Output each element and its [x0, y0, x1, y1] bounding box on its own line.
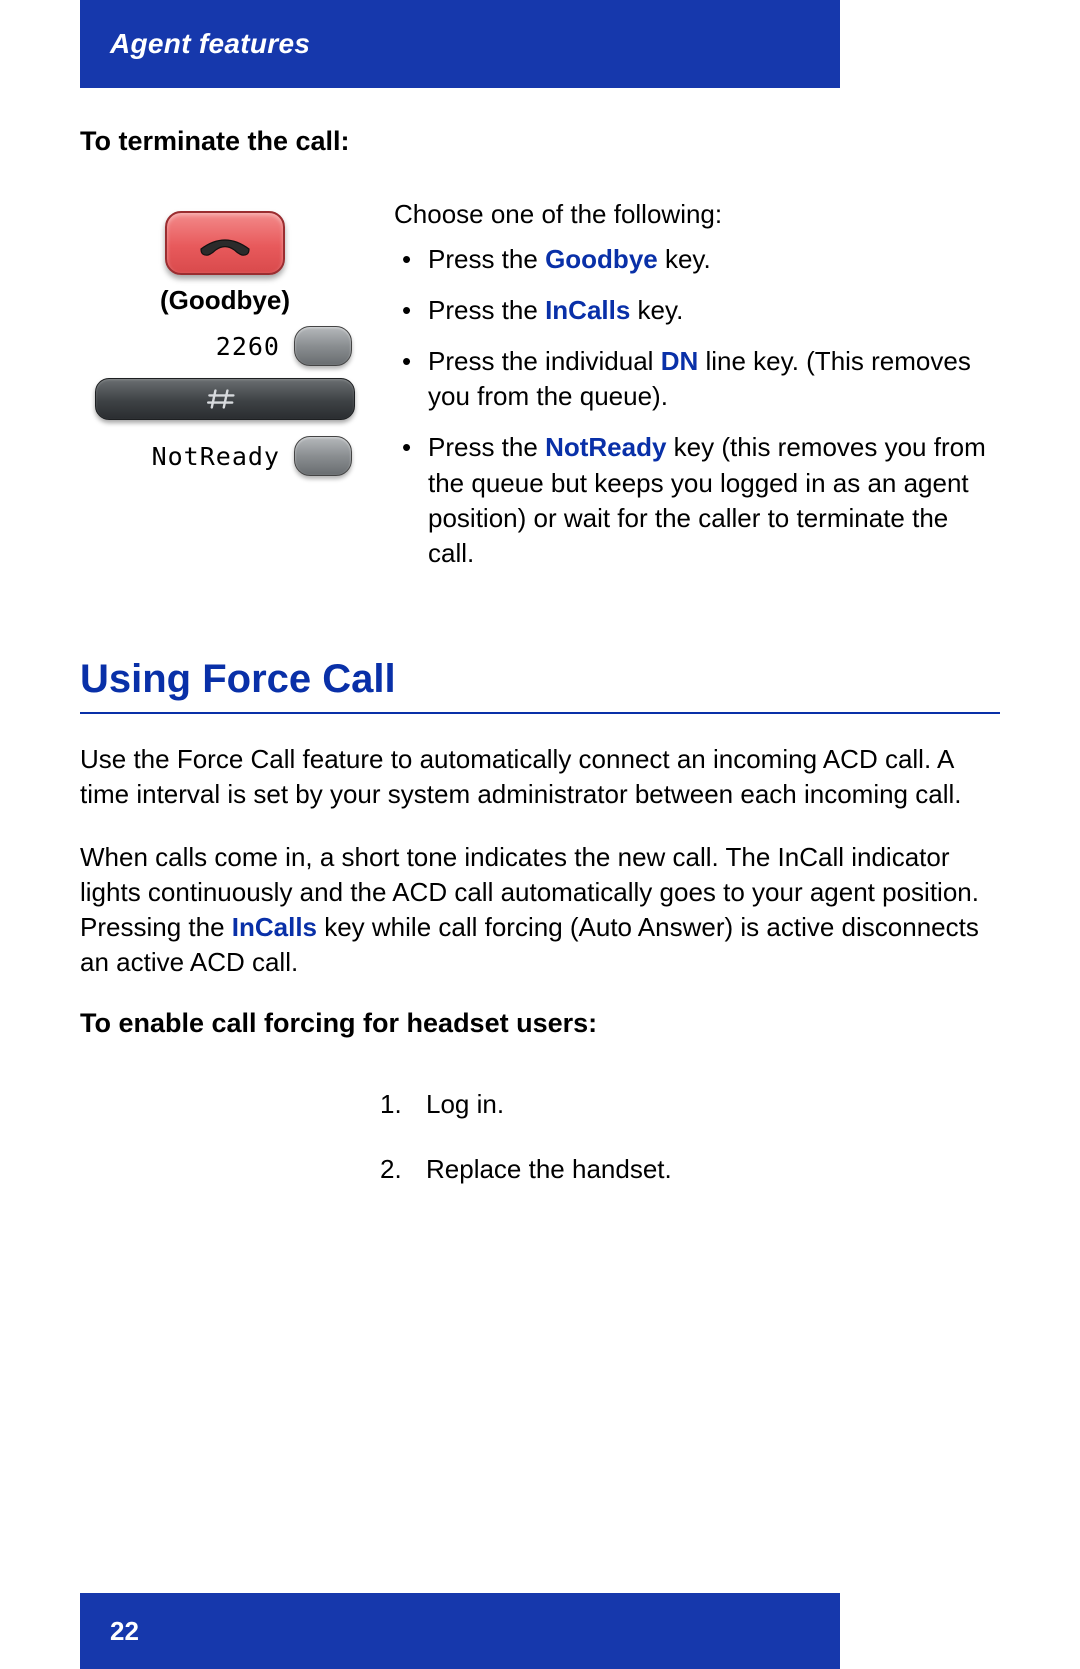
hash-key-icon — [95, 378, 355, 420]
dn-softkey-icon — [294, 326, 352, 366]
terminate-instructions: Choose one of the following: Press the G… — [394, 197, 1000, 587]
list-item: Press the InCalls key. — [394, 293, 1000, 328]
text: key. — [630, 295, 683, 325]
text: Press the — [428, 432, 545, 462]
list-item: Press the NotReady key (this removes you… — [394, 430, 1000, 570]
terminate-bullets: Press the Goodbye key. Press the InCalls… — [394, 242, 1000, 571]
list-item: Press the individual DN line key. (This … — [394, 344, 1000, 414]
enable-steps: 1. Log in. 2. Replace the handset. — [380, 1089, 1000, 1185]
list-item: 2. Replace the handset. — [380, 1154, 1000, 1185]
notready-row: NotReady — [80, 436, 370, 476]
content: To terminate the call: (Goodbye) 2260 — [80, 120, 1000, 1219]
terminate-layout: (Goodbye) 2260 — [80, 197, 1000, 587]
text: Press the — [428, 244, 545, 274]
step-number: 2. — [380, 1154, 408, 1185]
incalls-keyword: InCalls — [232, 912, 317, 942]
page-number: 22 — [110, 1616, 139, 1647]
goodbye-key-icon — [165, 211, 285, 275]
terminate-lead: Choose one of the following: — [394, 197, 1000, 232]
goodbye-keyword: Goodbye — [545, 244, 658, 274]
notready-label: NotReady — [152, 442, 280, 471]
handset-icon — [194, 225, 256, 261]
notready-softkey-icon — [294, 436, 352, 476]
goodbye-label: (Goodbye) — [160, 285, 290, 316]
section-rule — [80, 712, 1000, 714]
page: Agent features To terminate the call: (G… — [0, 0, 1080, 1669]
footer-bar: 22 — [80, 1593, 840, 1669]
text: Press the individual — [428, 346, 661, 376]
force-call-para2: When calls come in, a short tone indicat… — [80, 840, 1000, 980]
hash-glyph-icon — [207, 388, 243, 410]
dn-row: 2260 — [80, 326, 370, 366]
incalls-keyword: InCalls — [545, 295, 630, 325]
dn-number: 2260 — [216, 332, 280, 361]
step-text: Replace the handset. — [426, 1154, 672, 1185]
force-call-title: Using Force Call — [80, 657, 1000, 702]
notready-keyword: NotReady — [545, 432, 666, 462]
key-illustration: (Goodbye) 2260 — [80, 211, 370, 476]
dn-keyword: DN — [661, 346, 699, 376]
text: key. — [658, 244, 711, 274]
force-call-para1: Use the Force Call feature to automatica… — [80, 742, 1000, 812]
header-title: Agent features — [110, 28, 310, 60]
list-item: 1. Log in. — [380, 1089, 1000, 1120]
header-bar: Agent features — [80, 0, 840, 88]
text: Press the — [428, 295, 545, 325]
terminate-subheading: To terminate the call: — [80, 126, 1000, 157]
step-text: Log in. — [426, 1089, 504, 1120]
list-item: Press the Goodbye key. — [394, 242, 1000, 277]
step-number: 1. — [380, 1089, 408, 1120]
enable-heading: To enable call forcing for headset users… — [80, 1008, 1000, 1039]
